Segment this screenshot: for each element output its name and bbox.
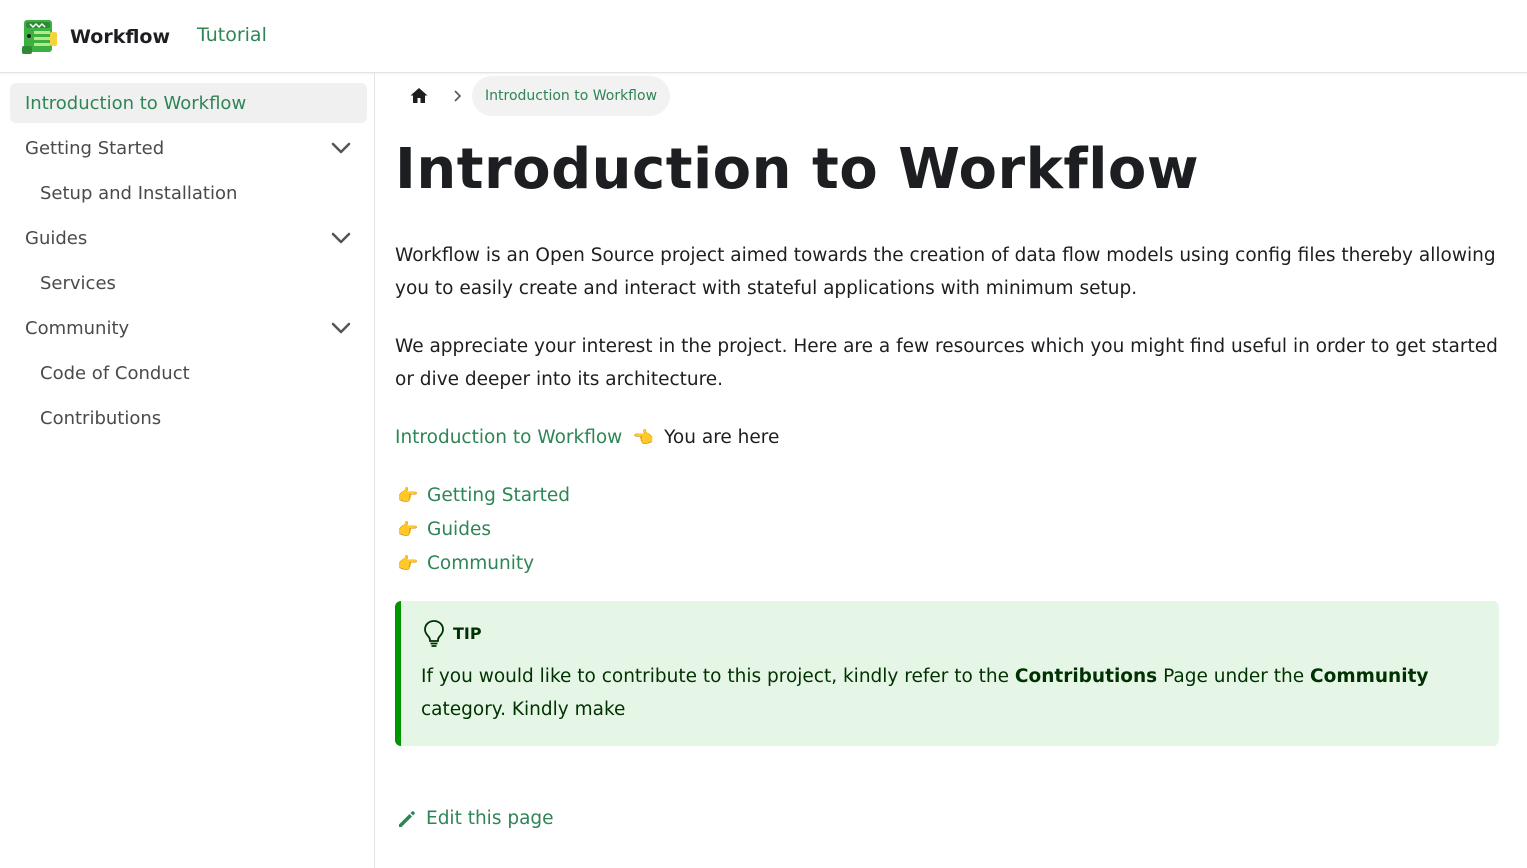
sidebar-item-code-of-conduct[interactable]: Code of Conduct bbox=[10, 353, 367, 393]
sidebar-item-services[interactable]: Services bbox=[10, 263, 367, 303]
chevron-down-icon[interactable] bbox=[329, 228, 353, 248]
getting-started-link[interactable]: Getting Started bbox=[427, 485, 570, 506]
tip-heading: TIP bbox=[423, 619, 482, 647]
tip-label: TIP bbox=[453, 623, 482, 643]
pointing-right-icon: 👉 bbox=[397, 520, 419, 540]
tip-bold-contributions: Contributions bbox=[1014, 666, 1158, 687]
guides-link[interactable]: Guides bbox=[427, 519, 491, 540]
nav-link-tutorial[interactable]: Tutorial bbox=[197, 24, 267, 46]
resource-links-list: 👉 Getting Started 👉 Guides 👉 Community bbox=[395, 479, 570, 581]
sidebar-category-getting-started[interactable]: Getting Started bbox=[10, 128, 367, 168]
tip-text-part: category. Kindly make bbox=[421, 699, 626, 720]
introduction-link[interactable]: Introduction to Workflow bbox=[395, 427, 622, 448]
resources-paragraph: We appreciate your interest in the proje… bbox=[395, 336, 1498, 390]
intro-paragraph: Workflow is an Open Source project aimed… bbox=[395, 245, 1496, 299]
chevron-down-icon[interactable] bbox=[329, 318, 353, 338]
tip-text-part: If you would like to contribute to this … bbox=[421, 666, 1015, 687]
breadcrumb-separator-icon bbox=[442, 76, 472, 116]
page-title: Introduction to Workflow bbox=[395, 137, 1200, 202]
tip-admonition: TIP If you would like to contribute to t… bbox=[395, 601, 1499, 746]
sidebar-category-community[interactable]: Community bbox=[10, 308, 367, 348]
chevron-down-icon[interactable] bbox=[329, 138, 353, 158]
community-link[interactable]: Community bbox=[427, 553, 534, 574]
you-are-here-line: Introduction to Workflow 👈 You are here bbox=[395, 421, 779, 455]
sidebar-item-contributions[interactable]: Contributions bbox=[10, 398, 367, 438]
breadcrumb-current: Introduction to Workflow bbox=[472, 76, 671, 116]
dinosaur-logo-icon bbox=[22, 20, 57, 54]
sidebar-item-label: Community bbox=[25, 317, 130, 339]
tip-text: If you would like to contribute to this … bbox=[421, 660, 1491, 726]
sidebar-item-label: Getting Started bbox=[25, 137, 165, 159]
sidebar-item-introduction[interactable]: Introduction to Workflow bbox=[10, 83, 367, 123]
pointing-right-icon: 👉 bbox=[397, 486, 419, 506]
tip-text-part: Page under the bbox=[1157, 666, 1311, 687]
sidebar-item-label: Guides bbox=[25, 227, 88, 249]
edit-label: Edit this page bbox=[426, 808, 554, 829]
list-item: 👉 Guides bbox=[395, 513, 570, 547]
sidebar-item-label: Code of Conduct bbox=[40, 362, 190, 384]
sidebar-item-label: Setup and Installation bbox=[40, 182, 238, 204]
brand-link[interactable]: Workflow bbox=[20, 18, 170, 56]
edit-this-page-link[interactable]: Edit this page bbox=[397, 808, 554, 829]
main-content: Introduction to Workflow Introduction to… bbox=[376, 73, 1527, 868]
sidebar-category-guides[interactable]: Guides bbox=[10, 218, 367, 258]
sidebar: Introduction to Workflow Getting Started… bbox=[0, 73, 375, 868]
tip-bold-community: Community bbox=[1310, 666, 1429, 687]
sidebar-item-setup-and-installation[interactable]: Setup and Installation bbox=[10, 173, 367, 213]
breadcrumb: Introduction to Workflow bbox=[396, 76, 671, 116]
pencil-icon bbox=[399, 810, 415, 827]
brand-title: Workflow bbox=[70, 26, 171, 48]
top-navbar: Workflow Tutorial bbox=[0, 0, 1527, 73]
list-item: 👉 Community bbox=[395, 547, 570, 581]
sidebar-item-label: Introduction to Workflow bbox=[25, 92, 247, 114]
pointing-left-icon: 👈 bbox=[632, 428, 654, 448]
sidebar-item-label: Contributions bbox=[40, 407, 162, 429]
you-are-here-text: You are here bbox=[664, 427, 780, 448]
lightbulb-icon bbox=[424, 620, 444, 647]
list-item: 👉 Getting Started bbox=[395, 479, 570, 513]
pointing-right-icon: 👉 bbox=[397, 554, 419, 574]
home-icon[interactable] bbox=[396, 76, 442, 116]
sidebar-item-label: Services bbox=[40, 272, 116, 294]
home-icon-graphic bbox=[410, 88, 428, 103]
